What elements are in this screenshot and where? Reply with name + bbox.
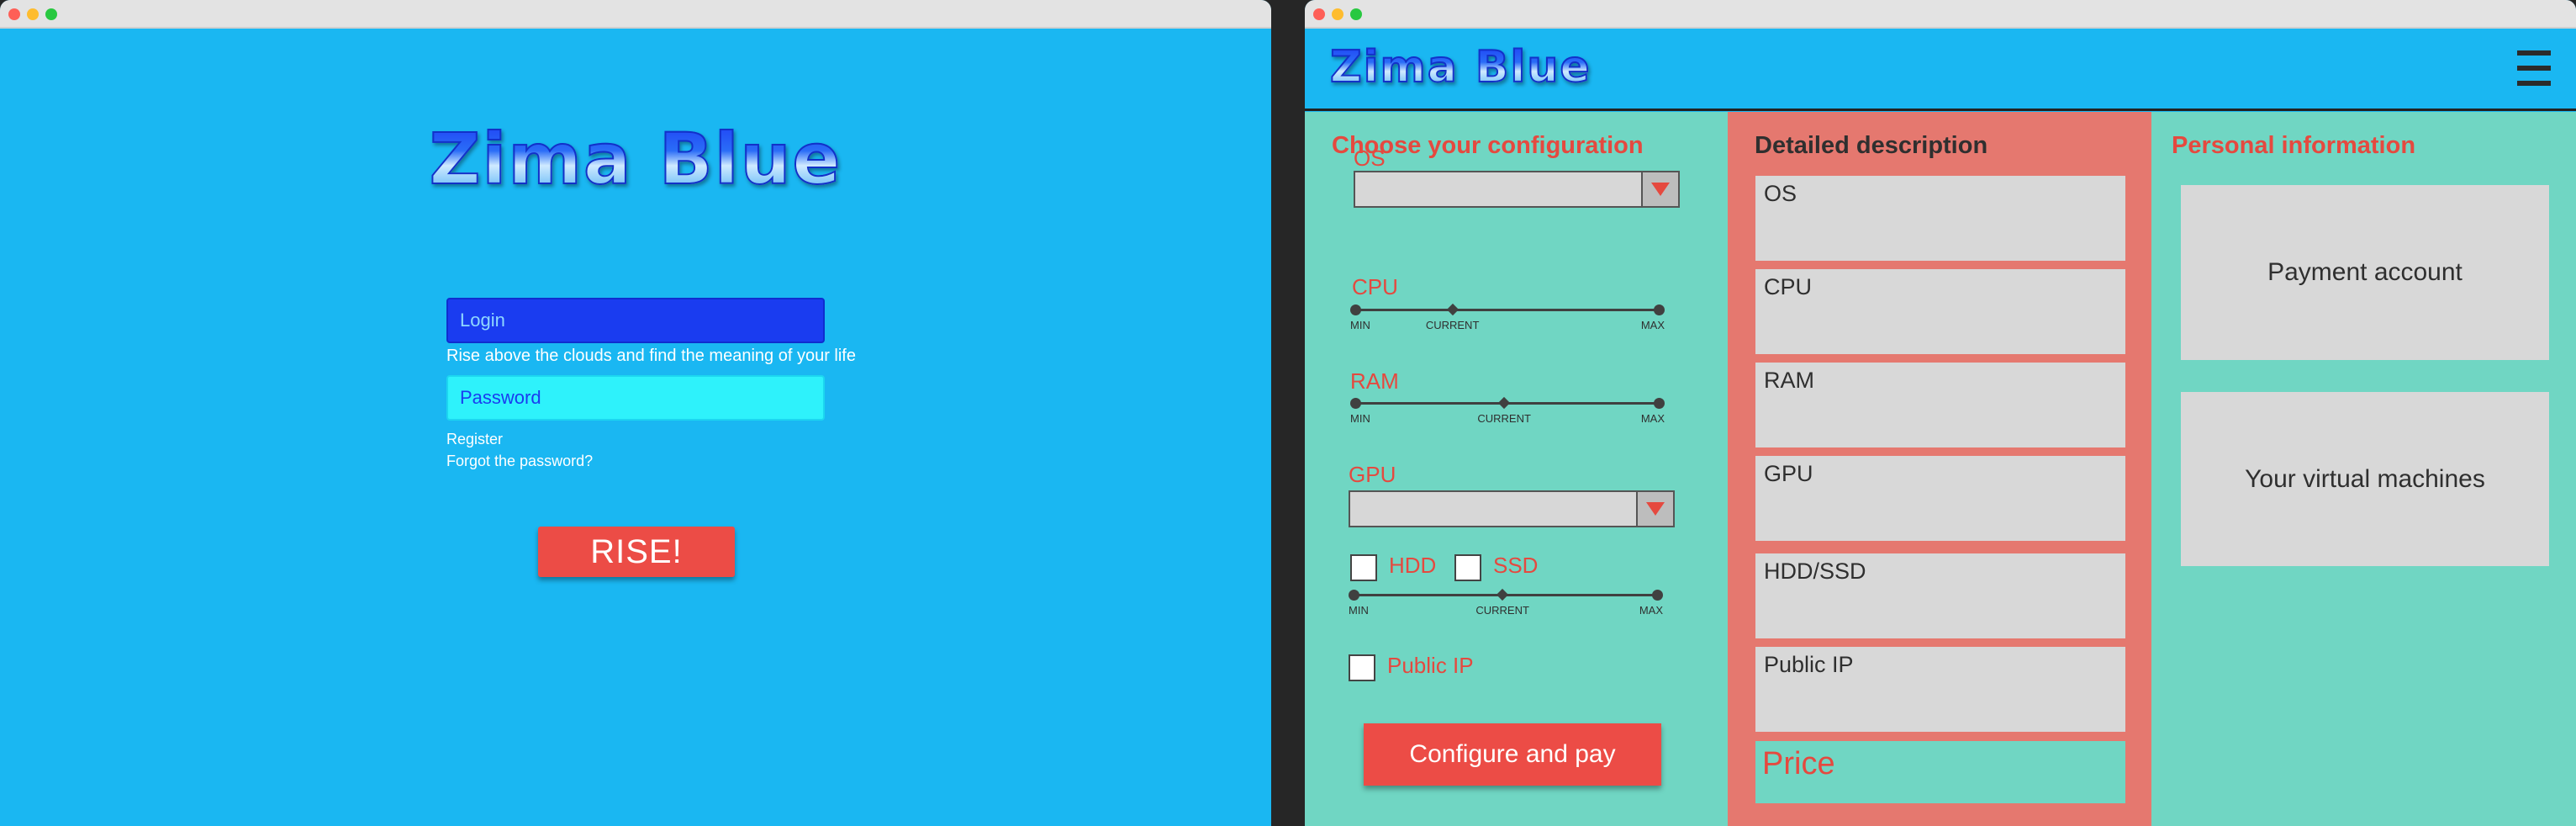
forgot-password-link[interactable]: Forgot the password? <box>446 453 593 470</box>
personal-title: Personal information <box>2172 132 2416 159</box>
description-panel: Detailed description OS CPU RAM GPU HDD/… <box>1728 112 2151 826</box>
login-input[interactable]: Login <box>446 298 825 343</box>
login-window: Zima Blue Login Rise above the clouds an… <box>0 0 1271 826</box>
chevron-down-icon[interactable] <box>1636 492 1673 526</box>
slider-current-thumb[interactable] <box>1498 396 1511 410</box>
slider-current-label: CURRENT <box>1425 319 1480 331</box>
register-link[interactable]: Register <box>446 431 503 448</box>
virtual-machines-card[interactable]: Your virtual machines <box>2181 392 2549 566</box>
slider-current-label: CURRENT <box>1475 604 1529 617</box>
slider-max-handle[interactable] <box>1654 304 1665 315</box>
slider-min-label: MIN <box>1350 319 1370 331</box>
gpu-label: GPU <box>1349 462 1396 487</box>
configuration-panel: Choose your configuration OS CPU MIN CUR… <box>1305 112 1728 826</box>
os-label: OS <box>1354 146 1386 171</box>
public-ip-checkbox[interactable] <box>1349 654 1375 681</box>
slider-current-thumb[interactable] <box>1497 588 1509 601</box>
password-input[interactable]: Password <box>446 375 825 421</box>
slider-current-thumb[interactable] <box>1446 303 1459 316</box>
close-window-button[interactable] <box>8 8 20 20</box>
os-select[interactable] <box>1354 171 1680 208</box>
rise-button[interactable]: RISE! <box>538 527 735 577</box>
storage-slider[interactable]: MIN CURRENT MAX <box>1349 588 1663 622</box>
description-public-ip: Public IP <box>1755 647 2125 732</box>
minimize-window-button[interactable] <box>1332 8 1343 20</box>
tagline: Rise above the clouds and find the meani… <box>446 347 856 365</box>
public-ip-label: Public IP <box>1387 653 1474 678</box>
description-cpu: CPU <box>1755 269 2125 354</box>
personal-panel: Personal information Payment account You… <box>2151 112 2576 826</box>
maximize-window-button[interactable] <box>1350 8 1362 20</box>
payment-account-card[interactable]: Payment account <box>2181 185 2549 360</box>
slider-min-label: MIN <box>1350 412 1370 425</box>
description-ram: RAM <box>1755 363 2125 447</box>
gpu-select[interactable] <box>1349 490 1675 527</box>
close-window-button[interactable] <box>1313 8 1325 20</box>
app-logo: Zima Blue <box>1329 41 1592 93</box>
slider-max-handle[interactable] <box>1654 398 1665 409</box>
description-title: Detailed description <box>1755 132 1988 159</box>
description-gpu: GPU <box>1755 456 2125 541</box>
window-titlebar <box>1305 0 2576 29</box>
cpu-label: CPU <box>1352 274 1398 299</box>
description-os: OS <box>1755 176 2125 261</box>
slider-max-handle[interactable] <box>1652 590 1663 601</box>
hamburger-menu-icon[interactable] <box>2517 50 2551 86</box>
app-header: Zima Blue <box>1305 29 2576 111</box>
maximize-window-button[interactable] <box>45 8 57 20</box>
ram-label: RAM <box>1350 368 1399 394</box>
window-titlebar <box>0 0 1271 29</box>
ram-slider[interactable]: MIN CURRENT MAX <box>1350 396 1665 431</box>
slider-max-label: MAX <box>1640 412 1665 425</box>
slider-min-handle[interactable] <box>1349 590 1359 601</box>
configurator-window: Zima Blue Choose your configuration OS C… <box>1305 0 2576 826</box>
app-logo: Zima Blue <box>0 117 1271 201</box>
price-display: Price <box>1755 741 2125 803</box>
cpu-slider[interactable]: MIN CURRENT MAX <box>1350 303 1665 337</box>
slider-min-handle[interactable] <box>1350 304 1361 315</box>
configure-and-pay-button[interactable]: Configure and pay <box>1364 723 1661 786</box>
slider-min-label: MIN <box>1349 604 1369 617</box>
slider-max-label: MAX <box>1639 604 1663 617</box>
description-storage: HDD/SSD <box>1755 553 2125 638</box>
hdd-label: HDD <box>1389 553 1437 578</box>
hdd-checkbox[interactable] <box>1350 554 1377 581</box>
slider-current-label: CURRENT <box>1477 412 1531 425</box>
slider-max-label: MAX <box>1640 319 1665 331</box>
ssd-checkbox[interactable] <box>1454 554 1481 581</box>
slider-min-handle[interactable] <box>1350 398 1361 409</box>
ssd-label: SSD <box>1493 553 1539 578</box>
chevron-down-icon[interactable] <box>1641 172 1678 206</box>
minimize-window-button[interactable] <box>27 8 39 20</box>
